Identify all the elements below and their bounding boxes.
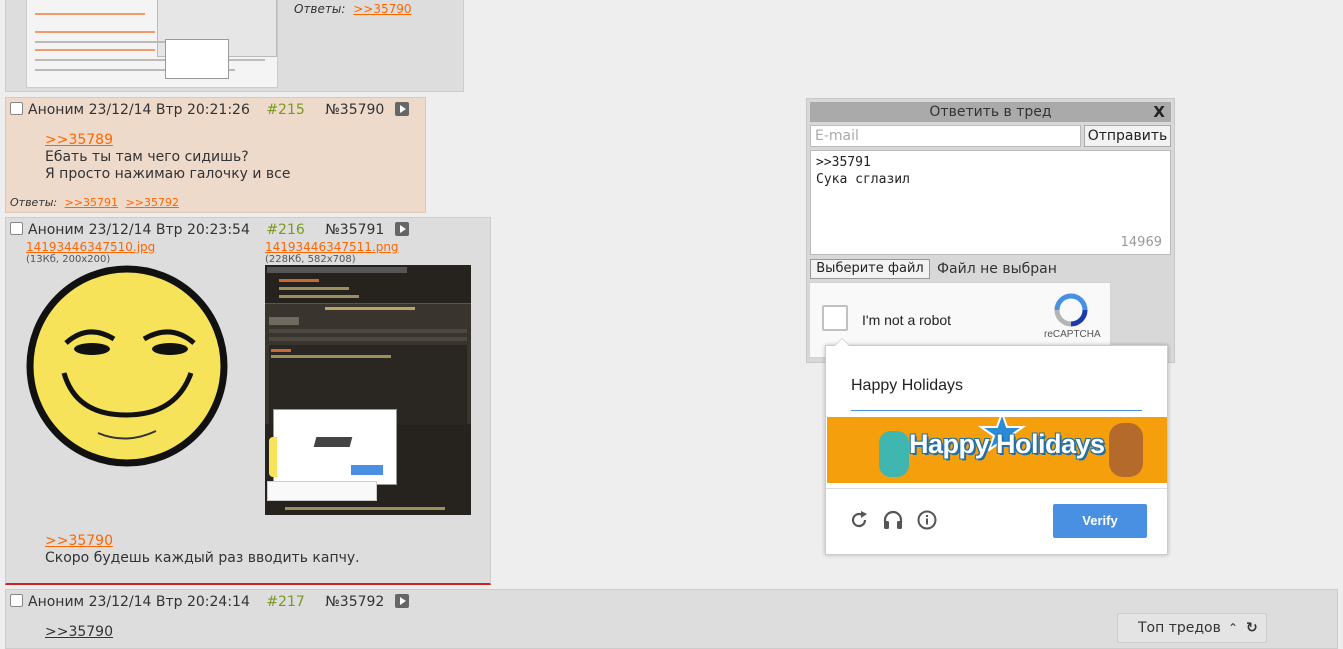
top-threads-panel[interactable]: Топ тредов ⌃ ↻ [1117,613,1267,643]
send-button[interactable]: Отправить [1084,125,1171,147]
reload-icon[interactable] [848,509,870,531]
post-select-checkbox[interactable] [10,222,23,235]
post-number[interactable]: #217 [266,594,304,610]
message-text: >>35791 Сука сглазил [816,155,910,187]
recaptcha-logo-icon [1054,293,1088,327]
screenshot-image[interactable] [265,265,471,515]
file-link[interactable]: 14193446347510.jpg [26,240,155,254]
captcha-challenge-popup: Happy Holidays Happy Holidays Verify [825,338,1168,555]
quote-link[interactable]: >>35790 [45,624,113,641]
message-textarea[interactable]: >>35791 Сука сглазил 14969 [810,150,1171,255]
post-select-checkbox[interactable] [10,102,23,115]
audio-headphones-icon[interactable] [882,509,904,531]
post-date: 23/12/14 Втр 20:23:54 [88,222,250,238]
post-header: Аноним 23/12/14 Втр 20:21:26 #215 №35790 [10,102,409,118]
post-author: Аноним [28,222,85,238]
reply-form-titlebar[interactable]: Ответить в тред X [810,102,1171,122]
post-select-checkbox[interactable] [10,594,23,607]
char-counter: 14969 [1120,235,1162,250]
post-id[interactable]: №35790 [325,102,384,118]
reply-link[interactable]: >>35791 [65,196,118,209]
file-meta: (13Кб, 200x200) [26,254,111,265]
post-body: >>35790 Скоро будешь каждый раз вводить … [45,533,360,567]
post-line: Я просто нажимаю галочку и все [45,166,291,182]
post-date: 23/12/14 Втр 20:21:26 [88,102,250,118]
post-number[interactable]: #215 [266,102,304,118]
verify-button[interactable]: Verify [1053,504,1147,538]
file-link[interactable]: 14193446347511.png [265,240,399,254]
file-status: Файл не выбран [937,261,1057,277]
captcha-image-text: Happy Holidays [909,429,1105,459]
play-icon[interactable] [394,594,409,608]
post-216: Аноним 23/12/14 Втр 20:23:54 #216 №35791… [5,217,491,585]
file-meta: (228Кб, 582x708) [265,254,356,265]
post-id[interactable]: №35792 [325,594,384,610]
post-body: >>35789 Ебать ты там чего сидишь? Я прос… [45,132,291,183]
post-author: Аноним [28,102,85,118]
captcha-image: Happy Holidays [827,417,1167,483]
recaptcha-brand: reCAPTCHA [1044,329,1101,340]
quote-link[interactable]: >>35790 [45,533,360,550]
recaptcha-label: I'm not a robot [862,312,952,328]
play-icon[interactable] [394,102,409,116]
top-threads-label: Топ тредов [1138,620,1221,636]
choose-file-button[interactable]: Выберите файл [810,259,930,279]
post-date: 23/12/14 Втр 20:24:14 [88,594,250,610]
play-icon[interactable] [394,222,409,236]
elf-decoration [879,431,909,477]
post-number[interactable]: #216 [266,222,304,238]
replies-label: Ответы: [294,2,346,16]
recaptcha-checkbox[interactable] [822,305,848,331]
info-icon[interactable] [916,509,938,531]
captcha-answer-input[interactable]: Happy Holidays [851,368,1142,411]
quote-link[interactable]: >>35789 [45,132,291,149]
post-id[interactable]: №35791 [325,222,384,238]
post-header: Аноним 23/12/14 Втр 20:24:14 #217 №35792 [10,594,409,610]
reply-form-title: Ответить в тред [929,104,1052,120]
post-215: Аноним 23/12/14 Втр 20:21:26 #215 №35790… [5,97,426,213]
close-button[interactable]: X [1153,102,1165,122]
email-input[interactable]: E-mail [810,125,1081,147]
post-line: Ебать ты там чего сидишь? [45,149,249,165]
post-header: Аноним 23/12/14 Втр 20:23:54 #216 №35791 [10,222,409,238]
reply-link[interactable]: >>35792 [126,196,179,209]
post-previous: Ответы: >>35790 [5,0,464,92]
post-replies: Ответы: >>35791 >>35792 [10,196,179,209]
refresh-icon[interactable]: ↻ [1246,614,1258,642]
smiley-image[interactable] [26,265,228,467]
reply-link[interactable]: >>35790 [353,2,411,16]
post-thumbnail-screenshot[interactable] [26,0,278,88]
post-line: Скоро будешь каждый раз вводить капчу. [45,550,360,566]
replies-label: Ответы: [10,196,58,209]
post-author: Аноним [28,594,85,610]
collapse-icon[interactable]: ⌃ [1228,614,1238,642]
gingerbread-decoration [1109,423,1143,477]
